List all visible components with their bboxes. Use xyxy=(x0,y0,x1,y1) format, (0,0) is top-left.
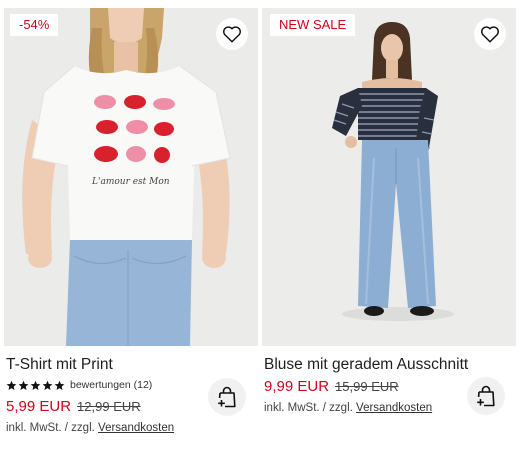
tax-info: inkl. MwSt. / zzgl. Versandkosten xyxy=(6,422,174,434)
heart-outline-icon xyxy=(223,26,241,43)
tshirt-model-photo: L'amour est Mon xyxy=(4,8,258,346)
heart-outline-icon xyxy=(481,26,499,43)
shipping-costs-link[interactable]: Versandkosten xyxy=(98,422,174,434)
tax-prefix: inkl. MwSt. / zzgl. xyxy=(6,422,95,434)
product-grid: L'amour est Mon -54% T-Shirt mit Print b… xyxy=(0,0,518,461)
new-sale-badge: NEW SALE xyxy=(270,14,356,36)
star-icon xyxy=(30,380,41,390)
rating-count: bewertungen (12) xyxy=(70,379,153,391)
wishlist-button[interactable] xyxy=(474,18,506,50)
shopping-bag-plus-icon xyxy=(218,386,236,408)
star-icon xyxy=(18,380,29,390)
discount-badge: -54% xyxy=(10,14,59,36)
tax-info: inkl. MwSt. / zzgl. Versandkosten xyxy=(264,402,432,414)
product-image[interactable]: NEW SALE xyxy=(262,8,516,346)
tax-prefix: inkl. MwSt. / zzgl. xyxy=(264,402,353,414)
shopping-bag-plus-icon xyxy=(477,385,495,407)
sale-price: 9,99 EUR xyxy=(264,378,330,395)
product-title[interactable]: Bluse mit geradem Ausschnitt xyxy=(264,356,468,374)
product-card-tshirt[interactable]: L'amour est Mon -54% T-Shirt mit Print b… xyxy=(4,8,258,458)
product-rating[interactable]: bewertungen (12) xyxy=(6,378,152,392)
star-icon xyxy=(6,380,17,390)
original-price: 15,99 EUR xyxy=(335,379,399,394)
price-block: 9,99 EUR 15,99 EUR xyxy=(264,378,399,395)
star-icon xyxy=(54,380,65,390)
wishlist-button[interactable] xyxy=(216,18,248,50)
product-title[interactable]: T-Shirt mit Print xyxy=(6,356,113,374)
shipping-costs-link[interactable]: Versandkosten xyxy=(356,402,432,414)
product-image[interactable]: L'amour est Mon -54% xyxy=(4,8,258,346)
sale-price: 5,99 EUR xyxy=(6,398,72,415)
product-card-blouse[interactable]: NEW SALE Bluse mit geradem Ausschnitt 9,… xyxy=(262,8,516,458)
add-to-cart-button[interactable] xyxy=(467,377,505,415)
blouse-model-photo xyxy=(262,8,516,346)
add-to-cart-button[interactable] xyxy=(208,378,246,416)
tshirt-print-script: L'amour est Mon xyxy=(91,177,170,187)
lips-print xyxy=(94,95,175,163)
price-block: 5,99 EUR 12,99 EUR xyxy=(6,398,141,415)
rating-stars xyxy=(6,380,65,391)
star-icon xyxy=(42,380,53,390)
original-price: 12,99 EUR xyxy=(77,399,141,414)
